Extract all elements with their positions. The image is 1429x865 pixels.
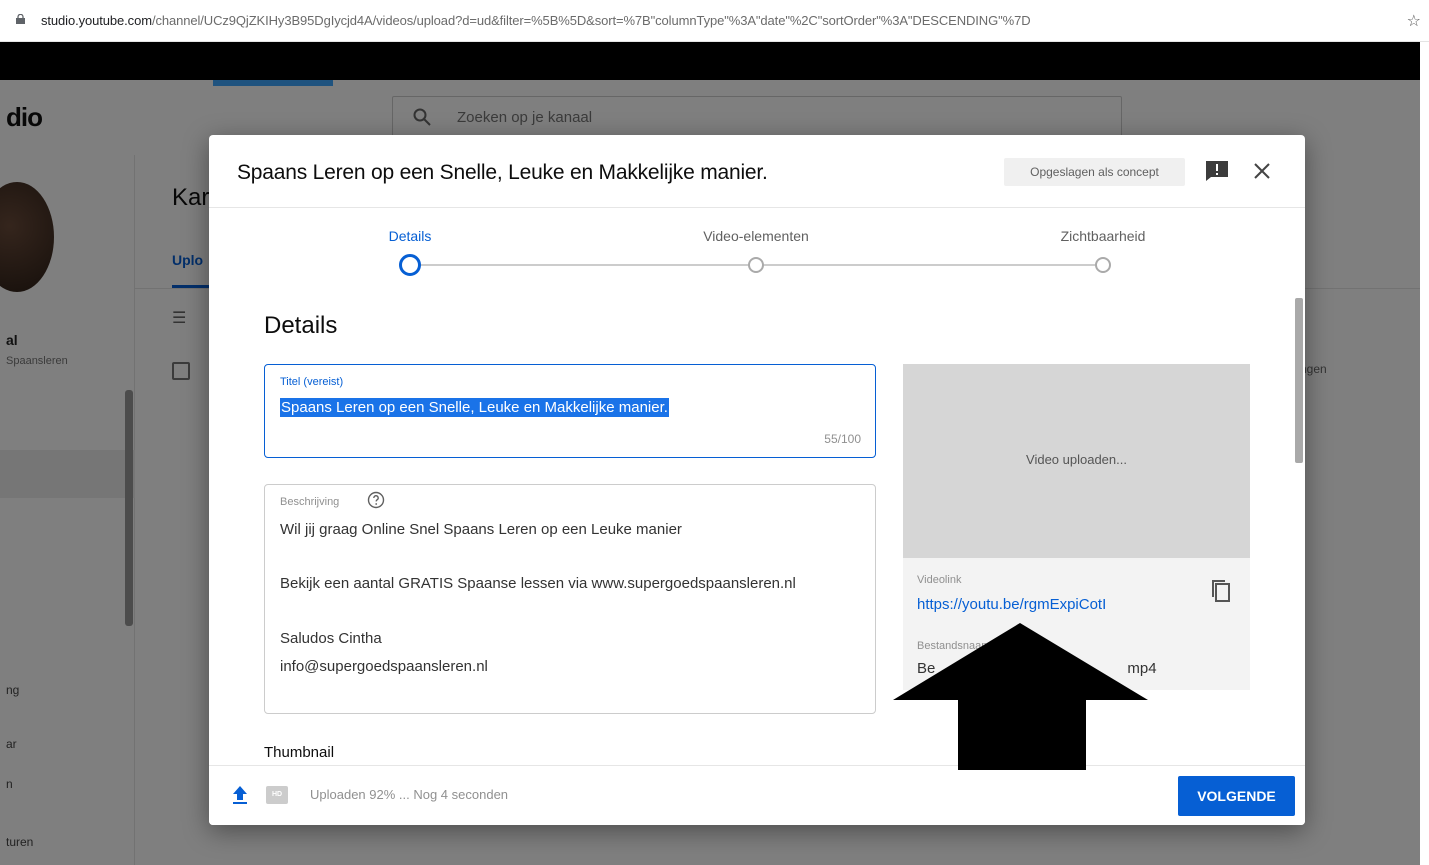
step-connector	[410, 264, 756, 266]
step-details-label[interactable]: Details	[389, 228, 432, 244]
url-host: studio.youtube.com	[41, 13, 152, 28]
title-field-value[interactable]: Spaans Leren op een Snelle, Leuke en Mak…	[280, 398, 669, 417]
next-button[interactable]: VOLGENDE	[1178, 776, 1295, 816]
description-field[interactable]: Beschrijving Wil jij graag Online Snel S…	[264, 484, 876, 714]
title-field-label: Titel (vereist)	[280, 376, 344, 388]
upload-icon	[233, 786, 247, 804]
feedback-icon[interactable]	[1205, 160, 1229, 182]
browser-address-bar[interactable]: studio.youtube.com/channel/UCz9QjZKIHy3B…	[0, 0, 1429, 42]
bookmark-star-icon[interactable]: ☆	[1407, 11, 1421, 31]
close-icon[interactable]	[1251, 160, 1273, 182]
video-link-label: Videolink	[917, 574, 962, 586]
description-field-label: Beschrijving	[280, 496, 340, 508]
video-preview: Video uploaden...	[903, 364, 1250, 558]
copy-icon[interactable]	[1210, 578, 1232, 604]
dialog-title: Spaans Leren op een Snelle, Leuke en Mak…	[237, 161, 768, 184]
url-text[interactable]: studio.youtube.com/channel/UCz9QjZKIHy3B…	[41, 13, 1031, 28]
description-line: info@supergoedspaansleren.nl	[280, 658, 488, 675]
step-visibility-dot[interactable]	[1095, 257, 1111, 273]
description-line: Wil jij graag Online Snel Spaans Leren o…	[280, 521, 682, 538]
upload-progress-text: Uploaden 92% ... Nog 4 seconden	[310, 787, 509, 802]
dialog-footer: HD Uploaden 92% ... Nog 4 seconden VOLGE…	[209, 765, 1305, 825]
step-details-dot[interactable]	[399, 254, 421, 276]
top-black-bar	[0, 42, 1420, 80]
step-visibility-label[interactable]: Zichtbaarheid	[1061, 228, 1146, 244]
url-path: /channel/UCz9QjZKIHy3B95DgIycjd4A/videos…	[151, 13, 1031, 28]
upload-status-text: Video uploaden...	[1026, 452, 1127, 467]
dialog-scrollbar[interactable]	[1295, 298, 1303, 463]
video-link[interactable]: https://youtu.be/rgmExpiCotI	[917, 596, 1106, 613]
description-line: Saludos Cintha	[280, 630, 382, 647]
description-line: Bekijk een aantal GRATIS Spaanse lessen …	[280, 575, 796, 592]
lock-icon	[16, 14, 25, 24]
annotation-arrow-icon	[893, 623, 1148, 770]
step-video-elements-label[interactable]: Video-elementen	[703, 228, 809, 244]
thumbnail-heading: Thumbnail	[264, 744, 335, 761]
saved-as-draft-badge: Opgeslagen als concept	[1004, 158, 1185, 186]
step-connector	[756, 264, 1102, 266]
upload-stepper: Details Video-elementen Zichtbaarheid	[209, 208, 1305, 288]
title-field[interactable]: Titel (vereist) Spaans Leren op een Snel…	[264, 364, 876, 458]
help-icon[interactable]	[367, 491, 385, 509]
right-edge	[1420, 42, 1429, 865]
hd-icon: HD	[266, 786, 288, 804]
section-title: Details	[264, 312, 338, 339]
step-video-elements-dot[interactable]	[748, 257, 764, 273]
title-char-counter: 55/100	[824, 432, 861, 446]
dialog-header: Spaans Leren op een Snelle, Leuke en Mak…	[209, 135, 1305, 208]
